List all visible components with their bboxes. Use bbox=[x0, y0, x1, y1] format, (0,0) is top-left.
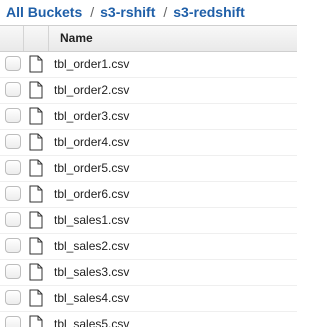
row-checkbox[interactable] bbox=[5, 212, 21, 227]
table-header: Name bbox=[0, 25, 297, 52]
file-icon bbox=[29, 133, 43, 151]
breadcrumb-separator: / bbox=[90, 4, 95, 20]
breadcrumb-separator: / bbox=[163, 4, 168, 20]
file-name[interactable]: tbl_sales2.csv bbox=[54, 239, 129, 254]
file-name[interactable]: tbl_sales1.csv bbox=[54, 213, 129, 228]
file-icon bbox=[29, 211, 43, 229]
row-checkbox[interactable] bbox=[5, 56, 21, 71]
object-table: Name tbl_order1.csv tbl_order2.csv tbl_o… bbox=[0, 25, 297, 327]
table-body: tbl_order1.csv tbl_order2.csv tbl_order3… bbox=[0, 52, 297, 327]
file-name[interactable]: tbl_order2.csv bbox=[54, 83, 129, 98]
table-row[interactable]: tbl_sales1.csv bbox=[0, 208, 297, 234]
file-icon bbox=[29, 107, 43, 125]
breadcrumb-all-buckets[interactable]: All Buckets bbox=[6, 4, 82, 20]
table-row[interactable]: tbl_order1.csv bbox=[0, 52, 297, 78]
breadcrumb-s3-rshift[interactable]: s3-rshift bbox=[100, 4, 155, 20]
file-icon bbox=[29, 185, 43, 203]
row-checkbox[interactable] bbox=[5, 82, 21, 97]
select-column-header[interactable] bbox=[0, 26, 24, 51]
table-row[interactable]: tbl_order4.csv bbox=[0, 130, 297, 156]
file-name[interactable]: tbl_sales4.csv bbox=[54, 291, 129, 306]
file-icon bbox=[29, 159, 43, 177]
table-row[interactable]: tbl_order6.csv bbox=[0, 182, 297, 208]
icon-column-header bbox=[24, 26, 49, 51]
file-name[interactable]: tbl_order3.csv bbox=[54, 109, 129, 124]
file-name[interactable]: tbl_order1.csv bbox=[54, 57, 129, 72]
file-icon bbox=[29, 81, 43, 99]
row-checkbox[interactable] bbox=[5, 186, 21, 201]
row-checkbox[interactable] bbox=[5, 108, 21, 123]
file-icon bbox=[29, 289, 43, 307]
file-icon bbox=[29, 237, 43, 255]
file-name[interactable]: tbl_order6.csv bbox=[54, 187, 129, 202]
row-checkbox[interactable] bbox=[5, 264, 21, 279]
table-row[interactable]: tbl_sales3.csv bbox=[0, 260, 297, 286]
row-checkbox[interactable] bbox=[5, 290, 21, 305]
file-name[interactable]: tbl_sales5.csv bbox=[54, 317, 129, 327]
file-name[interactable]: tbl_order5.csv bbox=[54, 161, 129, 176]
file-icon bbox=[29, 55, 43, 73]
file-name[interactable]: tbl_sales3.csv bbox=[54, 265, 129, 280]
table-row[interactable]: tbl_order3.csv bbox=[0, 104, 297, 130]
table-row[interactable]: tbl_order5.csv bbox=[0, 156, 297, 182]
table-row[interactable]: tbl_sales5.csv bbox=[0, 312, 297, 327]
breadcrumb-s3-redshift[interactable]: s3-redshift bbox=[173, 4, 245, 20]
table-row[interactable]: tbl_sales2.csv bbox=[0, 234, 297, 260]
file-icon bbox=[29, 315, 43, 327]
row-checkbox[interactable] bbox=[5, 160, 21, 175]
name-column-header[interactable]: Name bbox=[60, 31, 93, 46]
file-name[interactable]: tbl_order4.csv bbox=[54, 135, 129, 150]
table-row[interactable]: tbl_sales4.csv bbox=[0, 286, 297, 312]
table-row[interactable]: tbl_order2.csv bbox=[0, 78, 297, 104]
row-checkbox[interactable] bbox=[5, 316, 21, 327]
row-checkbox[interactable] bbox=[5, 238, 21, 253]
file-icon bbox=[29, 263, 43, 281]
bucket-browser: All Buckets / s3-rshift / s3-redshift Name t… bbox=[0, 0, 297, 327]
row-checkbox[interactable] bbox=[5, 134, 21, 149]
breadcrumb: All Buckets / s3-rshift / s3-redshift bbox=[6, 4, 245, 20]
